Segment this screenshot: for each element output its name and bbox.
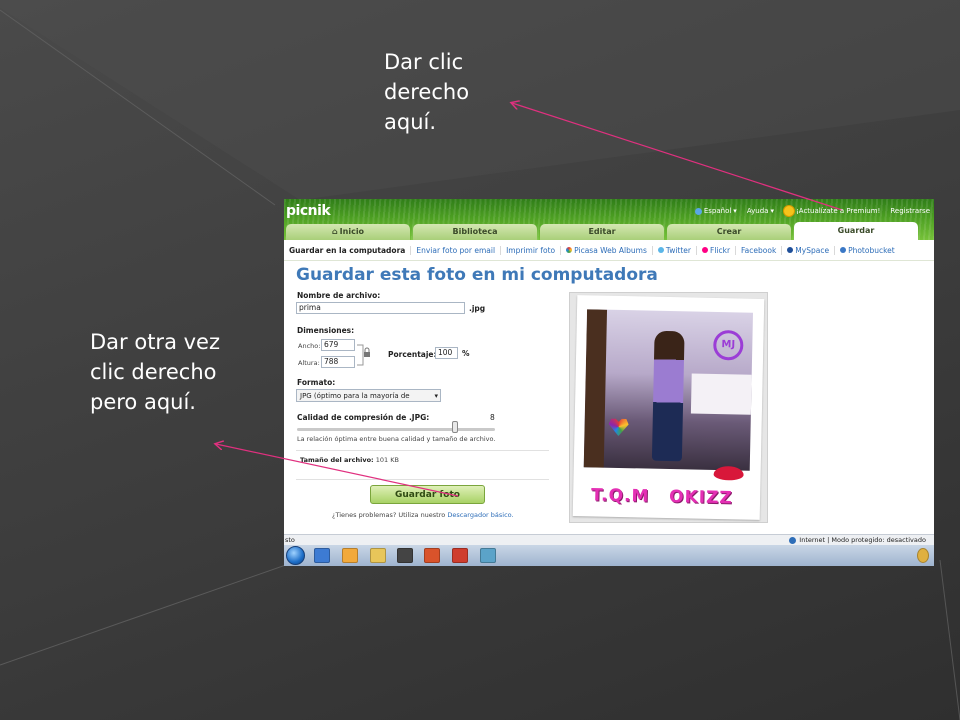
- arrow-to-top-callout: [512, 103, 843, 211]
- tab-guardar[interactable]: Guardar: [794, 222, 918, 240]
- premium-sun-icon: [783, 206, 794, 216]
- arrow-to-left-callout: [216, 444, 459, 497]
- tab-biblioteca[interactable]: Biblioteca: [413, 224, 537, 240]
- register-label: Registrarse: [890, 207, 930, 215]
- tab-biblioteca-label: Biblioteca: [452, 227, 498, 236]
- premium-link[interactable]: ¡Actualízate a Premium!: [783, 206, 881, 216]
- tab-crear[interactable]: Crear: [667, 224, 791, 240]
- language-menu[interactable]: Español ▾: [694, 207, 737, 215]
- tab-editar[interactable]: Editar: [540, 224, 664, 240]
- language-label: Español: [703, 207, 732, 215]
- chevron-down-icon: ▾: [733, 207, 737, 215]
- callout-arrows: [0, 0, 843, 497]
- main-tabs: ⌂ Inicio Biblioteca Editar Crear Guardar: [284, 222, 934, 240]
- top-menu: Español ▾ Ayuda ▾ ¡Actualízate a Premium…: [694, 206, 930, 216]
- help-menu[interactable]: Ayuda ▾: [747, 207, 774, 215]
- help-label: Ayuda: [746, 207, 769, 215]
- tab-guardar-label: Guardar: [837, 226, 875, 235]
- home-icon: ⌂: [331, 227, 338, 236]
- register-link[interactable]: Registrarse: [890, 207, 930, 215]
- chevron-down-icon: ▾: [770, 207, 774, 215]
- globe-icon: [694, 207, 702, 215]
- premium-label: ¡Actualízate a Premium!: [795, 207, 881, 215]
- picnik-logo[interactable]: picnik: [286, 203, 331, 219]
- tab-inicio[interactable]: ⌂ Inicio: [286, 224, 410, 240]
- tab-crear-label: Crear: [716, 227, 742, 236]
- tab-inicio-label: Inicio: [339, 227, 365, 236]
- tab-editar-label: Editar: [588, 227, 616, 236]
